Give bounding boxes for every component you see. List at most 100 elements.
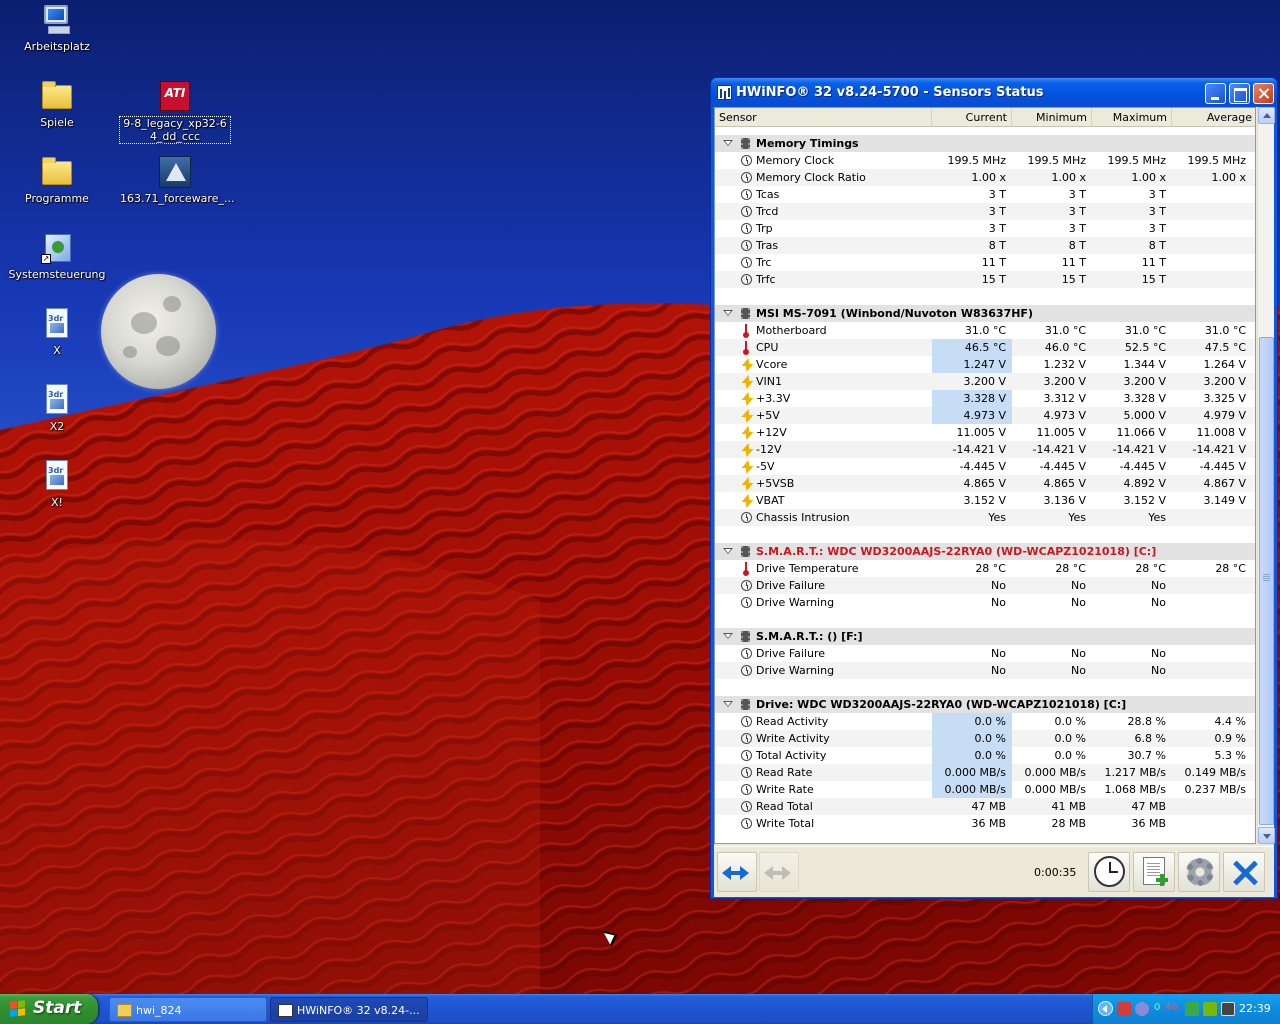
sensor-row[interactable]: CPU 46.5 °C 46.0 °C 52.5 °C 47.5 °C bbox=[715, 339, 1255, 356]
sensor-row[interactable]: Trfc 15 T 15 T 15 T bbox=[715, 271, 1255, 288]
minimize-button[interactable] bbox=[1205, 83, 1226, 104]
sensor-row[interactable]: Read Rate 0.000 MB/s 0.000 MB/s 1.217 MB/s 0… bbox=[715, 764, 1255, 781]
sensor-name: Chassis Intrusion bbox=[756, 511, 850, 524]
tray-nvidia-icon[interactable] bbox=[1203, 1002, 1217, 1016]
start-button[interactable]: Start bbox=[0, 994, 98, 1024]
show-hidden-icons-button[interactable] bbox=[1098, 1001, 1113, 1016]
logging-button[interactable] bbox=[1133, 852, 1175, 892]
scroll-thumb[interactable] bbox=[1259, 337, 1274, 825]
reset-timer-button[interactable] bbox=[1088, 852, 1130, 892]
sensor-row[interactable]: Write Rate 0.000 MB/s 0.000 MB/s 1.068 MB/s… bbox=[715, 781, 1255, 798]
tray-hwinfo-icon[interactable] bbox=[1221, 1002, 1235, 1016]
scroll-up-button[interactable] bbox=[1258, 107, 1275, 124]
column-header-maximum[interactable]: Maximum bbox=[1092, 108, 1172, 127]
tray-security-icon[interactable] bbox=[1185, 1002, 1199, 1016]
column-header-sensor[interactable]: Sensor bbox=[715, 108, 932, 127]
sensor-value-average bbox=[1172, 220, 1252, 237]
sensor-row[interactable]: Memory Clock 199.5 MHz 199.5 MHz 199.5 MHz 1… bbox=[715, 152, 1255, 169]
desktop-icon-x2[interactable]: 3dr X2 bbox=[2, 384, 112, 433]
desktop-icon-x-excl[interactable]: 3dr X! bbox=[2, 460, 112, 509]
disabled-layout-button[interactable] bbox=[759, 852, 799, 892]
desktop-icon-systemsteuerung[interactable]: ↗ Systemsteuerung bbox=[2, 232, 112, 281]
sensor-row[interactable]: Read Total 47 MB 41 MB 47 MB bbox=[715, 798, 1255, 815]
close-button[interactable] bbox=[1253, 83, 1274, 104]
sensor-name: +5V bbox=[756, 409, 780, 422]
sensor-row[interactable]: Memory Clock Ratio 1.00 x 1.00 x 1.00 x 1.00… bbox=[715, 169, 1255, 186]
sensor-row[interactable]: Trp 3 T 3 T 3 T bbox=[715, 220, 1255, 237]
sensor-group-header[interactable]: Memory Timings bbox=[715, 135, 1255, 152]
settings-button[interactable] bbox=[1178, 852, 1220, 892]
desktop-icon-programme[interactable]: Programme bbox=[2, 156, 112, 205]
sensor-row[interactable]: Drive Temperature 28 °C 28 °C 28 °C 28 °C bbox=[715, 560, 1255, 577]
maximize-button[interactable] bbox=[1229, 83, 1250, 104]
desktop-icon-spiele[interactable]: Spiele bbox=[2, 80, 112, 129]
sensor-row[interactable]: Drive Failure No No No bbox=[715, 577, 1255, 594]
volt-icon bbox=[741, 426, 752, 439]
sensor-row[interactable]: Trc 11 T 11 T 11 T bbox=[715, 254, 1255, 271]
tray-network-icon[interactable] bbox=[1117, 1002, 1131, 1016]
sensor-group-header[interactable]: S.M.A.R.T.: WDC WD3200AAJS-22RYA0 (WD-WC… bbox=[715, 543, 1255, 560]
desktop-icon-label: Spiele bbox=[40, 116, 74, 129]
sensor-row[interactable]: +3.3V 3.328 V 3.312 V 3.328 V 3.325 V bbox=[715, 390, 1255, 407]
taskbar-button-hwinfo[interactable]: HWiNFO® 32 v8.24-... bbox=[270, 997, 428, 1022]
collapse-caret-icon[interactable] bbox=[723, 548, 733, 554]
close-sensors-button[interactable] bbox=[1223, 852, 1265, 892]
collapse-caret-icon[interactable] bbox=[723, 140, 733, 146]
collapse-caret-icon[interactable] bbox=[723, 310, 733, 316]
scroll-down-button[interactable] bbox=[1258, 827, 1275, 844]
tray-counter-green: 0 bbox=[1154, 1002, 1161, 1013]
sensor-value-minimum: No bbox=[1071, 647, 1086, 660]
sensor-name: +5VSB bbox=[756, 477, 795, 490]
desktop-icon-arbeitsplatz[interactable]: Arbeitsplatz bbox=[2, 4, 112, 53]
desktop-icon-label: Programme bbox=[25, 192, 89, 205]
sensor-row[interactable]: Write Activity 0.0 % 0.0 % 6.8 % 0.9 % bbox=[715, 730, 1255, 747]
sensor-row[interactable]: VIN1 3.200 V 3.200 V 3.200 V 3.200 V bbox=[715, 373, 1255, 390]
folder-icon bbox=[42, 157, 72, 185]
sensor-row[interactable]: Chassis Intrusion Yes Yes Yes bbox=[715, 509, 1255, 526]
sensor-row[interactable]: Tras 8 T 8 T 8 T bbox=[715, 237, 1255, 254]
arrow-left-icon bbox=[764, 866, 780, 880]
column-header-current[interactable]: Current bbox=[932, 108, 1012, 127]
sensor-row[interactable]: Read Activity 0.0 % 0.0 % 28.8 % 4.4 % bbox=[715, 713, 1255, 730]
sensor-name: Tcas bbox=[756, 188, 780, 201]
sensor-row[interactable]: Drive Warning No No No bbox=[715, 594, 1255, 611]
sensor-row[interactable]: Drive Warning No No No bbox=[715, 662, 1255, 679]
sensor-row[interactable]: +5VSB 4.865 V 4.865 V 4.892 V 4.867 V bbox=[715, 475, 1255, 492]
sensor-row[interactable]: VBAT 3.152 V 3.136 V 3.152 V 3.149 V bbox=[715, 492, 1255, 509]
taskbar-button-hwi-folder[interactable]: hwi_824 bbox=[109, 997, 267, 1022]
desktop-icon-x[interactable]: 3dr X bbox=[2, 308, 112, 357]
window-title-bar[interactable]: HWiNFO® 32 v8.24-5700 - Sensors Status bbox=[711, 78, 1277, 107]
collapse-caret-icon[interactable] bbox=[723, 633, 733, 639]
column-header-average[interactable]: Average bbox=[1172, 108, 1255, 127]
window-client-area: Sensor Current Minimum Maximum Average M… bbox=[714, 107, 1275, 897]
tray-clock[interactable]: 22:39 bbox=[1239, 1002, 1271, 1015]
desktop-icon-ati-driver[interactable]: ATI 9-8_legacy_xp32-64_dd_ccc bbox=[118, 80, 232, 144]
sensor-group-header[interactable]: S.M.A.R.T.: () [F:] bbox=[715, 628, 1255, 645]
sensor-row[interactable]: Trcd 3 T 3 T 3 T bbox=[715, 203, 1255, 220]
desktop-icon-forceware[interactable]: 163.71_forceware_... bbox=[118, 156, 234, 205]
sensor-value-average: 3.149 V bbox=[1203, 494, 1246, 507]
sensor-group-header[interactable]: Drive: WDC WD3200AAJS-22RYA0 (WD-WCAPZ10… bbox=[715, 696, 1255, 713]
column-header-minimum[interactable]: Minimum bbox=[1012, 108, 1092, 127]
collapse-caret-icon[interactable] bbox=[723, 701, 733, 707]
sensor-value-maximum: 1.217 MB/s bbox=[1104, 766, 1166, 779]
hwinfo-app-icon[interactable] bbox=[717, 85, 732, 100]
volt-icon bbox=[741, 358, 752, 371]
sensor-row[interactable]: Tcas 3 T 3 T 3 T bbox=[715, 186, 1255, 203]
sensor-row[interactable]: -12V -14.421 V -14.421 V -14.421 V -14.421 V bbox=[715, 441, 1255, 458]
tray-speaker-icon[interactable] bbox=[1135, 1002, 1149, 1016]
sensor-value-average: 4.867 V bbox=[1203, 477, 1246, 490]
sensor-row[interactable]: Write Total 36 MB 28 MB 36 MB bbox=[715, 815, 1255, 832]
layout-switch-button[interactable] bbox=[717, 852, 757, 892]
sensor-value-average bbox=[1172, 203, 1252, 220]
sensor-row[interactable]: Vcore 1.247 V 1.232 V 1.344 V 1.264 V bbox=[715, 356, 1255, 373]
vertical-scrollbar[interactable] bbox=[1257, 107, 1275, 844]
sensor-row[interactable]: Total Activity 0.0 % 0.0 % 30.7 % 5.3 % bbox=[715, 747, 1255, 764]
sensor-row[interactable]: +5V 4.973 V 4.973 V 5.000 V 4.979 V bbox=[715, 407, 1255, 424]
sensor-row[interactable]: Drive Failure No No No bbox=[715, 645, 1255, 662]
sensor-row[interactable]: Motherboard 31.0 °C 31.0 °C 31.0 °C 31.0 °C bbox=[715, 322, 1255, 339]
sensor-row[interactable]: +12V 11.005 V 11.005 V 11.066 V 11.008 V bbox=[715, 424, 1255, 441]
sensor-group-header[interactable]: MSI MS-7091 (Winbond/Nuvoton W83637HF) bbox=[715, 305, 1255, 322]
sensor-value-average: 1.264 V bbox=[1203, 358, 1246, 371]
sensor-row[interactable]: -5V -4.445 V -4.445 V -4.445 V -4.445 V bbox=[715, 458, 1255, 475]
